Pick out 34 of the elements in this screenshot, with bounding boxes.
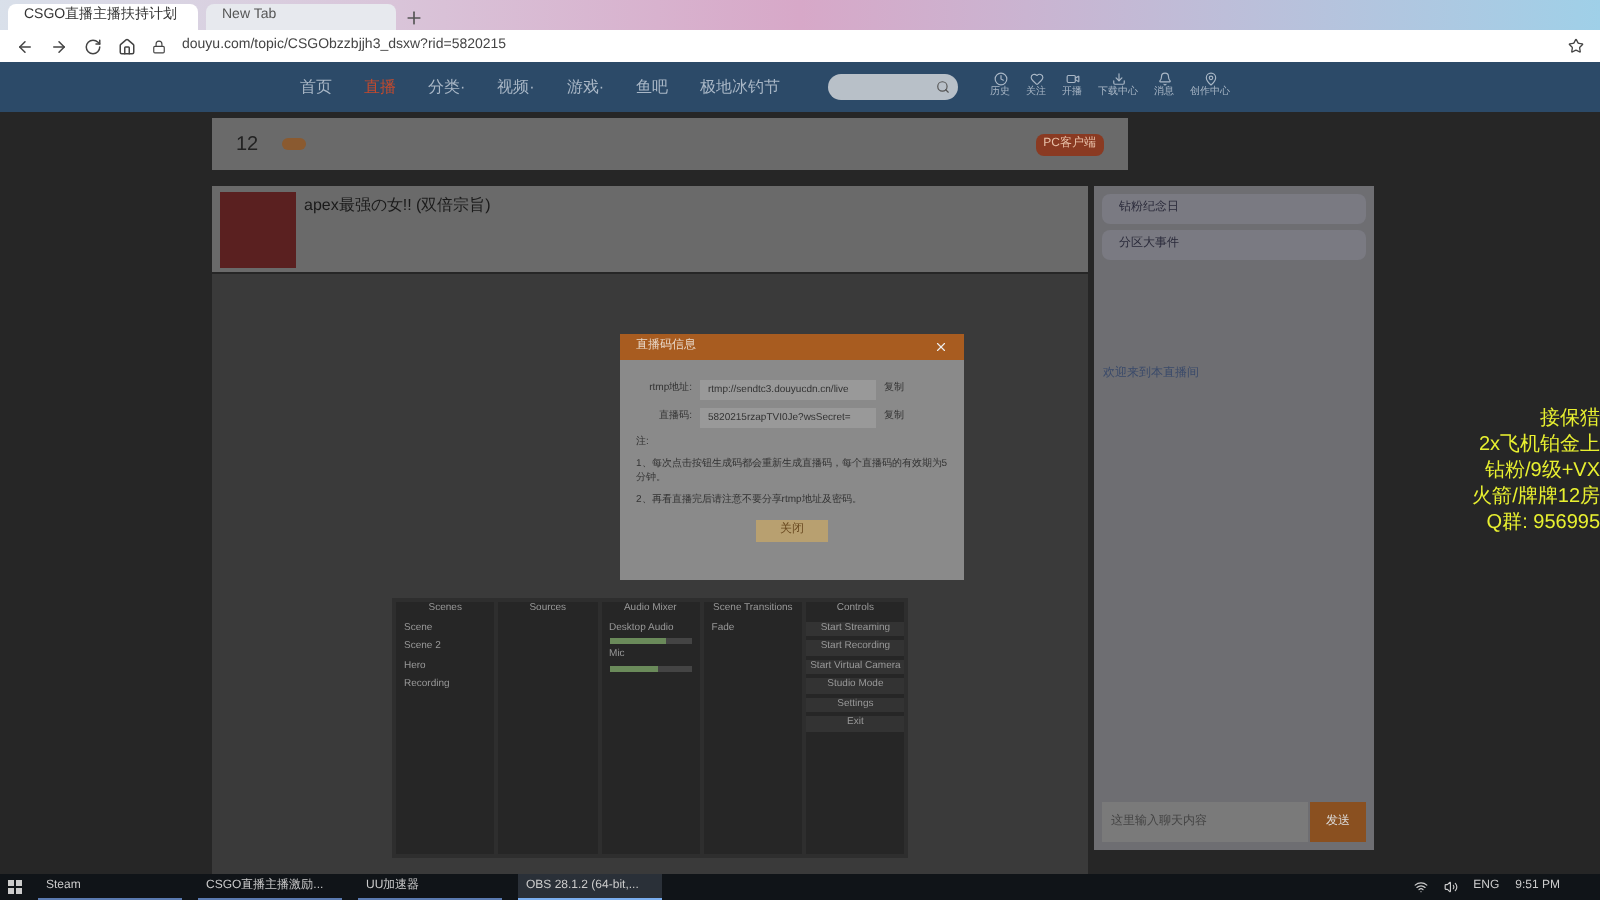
avatar-placeholder [220,191,296,267]
heart-icon [1029,72,1044,87]
nav-link[interactable]: 分类· [428,75,466,99]
nav-link[interactable]: 游戏· [566,75,605,99]
overlay-caption: 火箭/牌牌12房 [1472,484,1600,510]
map-pin-icon [1203,72,1218,87]
search-icon[interactable] [936,80,951,94]
download-icon [1111,72,1126,87]
windows-start-icon[interactable] [8,880,22,894]
video-camera-icon [1065,72,1080,87]
back-icon[interactable] [16,37,34,55]
close-icon[interactable] [934,340,948,354]
reload-icon[interactable] [84,37,102,55]
volume-icon[interactable] [1443,880,1458,894]
lock-icon [152,39,166,53]
overlay-caption: 2x飞机铂金上 [1478,432,1600,458]
wifi-icon[interactable] [1413,880,1428,894]
bookmark-icon[interactable] [1568,38,1584,54]
clock-icon [993,72,1008,87]
search-field[interactable] [828,74,959,100]
bell-icon [1157,72,1172,87]
new-tab-icon[interactable] [404,8,424,28]
nav-link[interactable]: 鱼吧 [636,75,669,99]
count-text: 12 [236,131,259,159]
home-icon[interactable] [118,37,136,55]
overlay-caption: 接保猎 [1540,406,1600,432]
nav-link[interactable]: 视频· [497,75,535,99]
nav-link[interactable]: 首页 [300,75,332,99]
forward-icon[interactable] [50,37,68,55]
overlay-caption: Q群: 956995 [1486,510,1600,536]
toggle-icon [282,138,307,150]
stream-title: apex最强の女!! (双倍宗旨) [304,194,491,218]
nav-link[interactable]: 极地冰钓节 [700,75,781,99]
overlay-caption: 钻粉/9级+VX [1484,458,1600,484]
